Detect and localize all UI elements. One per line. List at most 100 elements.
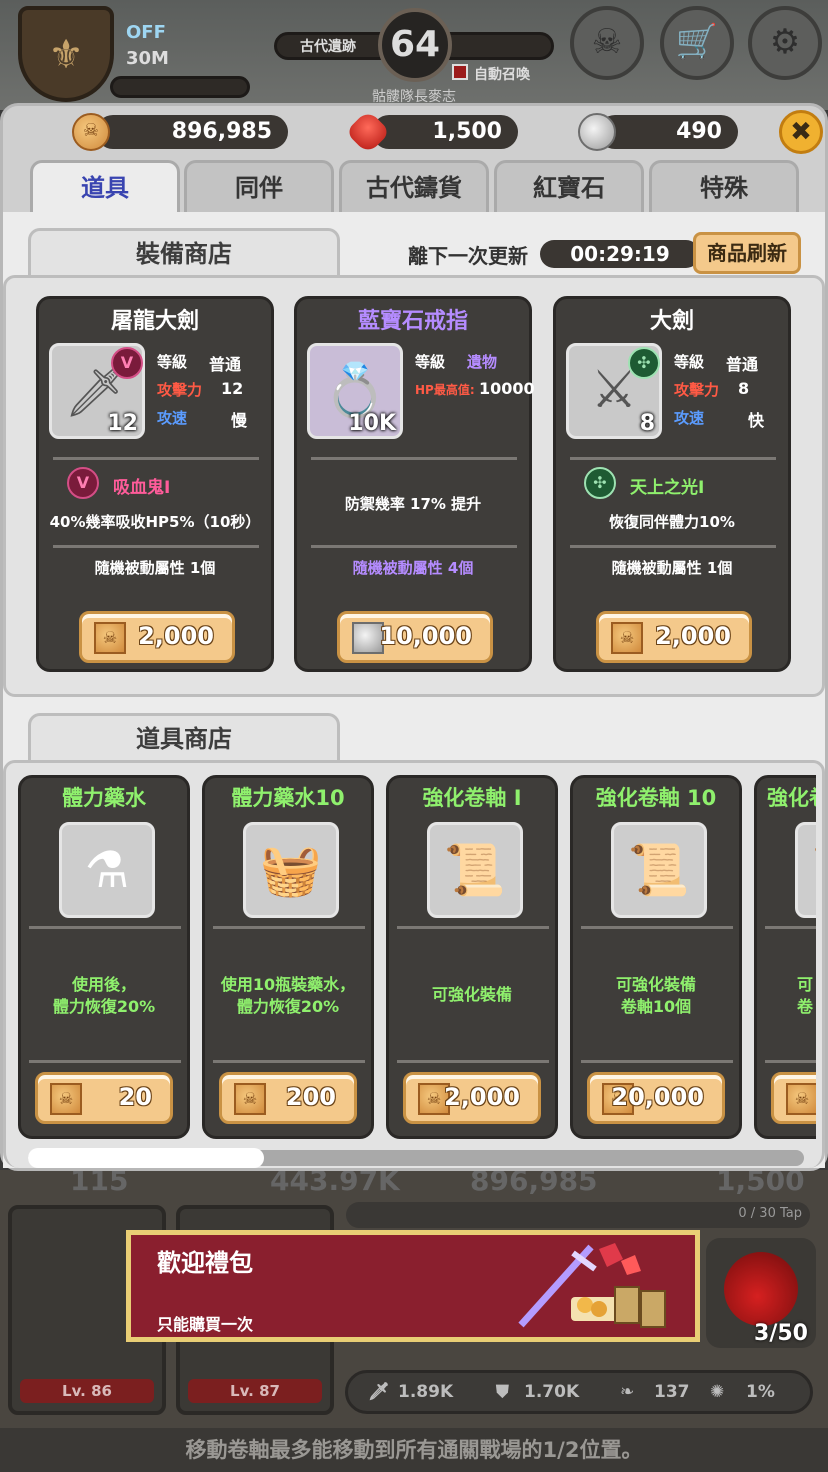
game-hud-top: ⚜ OFF 30M 古代遺跡 64 自動召喚 骷髏隊長麥志 ☠ 🛒 ⚙ <box>0 0 828 110</box>
equipment-name: 屠龍大劍 <box>110 309 199 334</box>
exp-bar <box>110 76 250 98</box>
auto-summon-checkbox[interactable] <box>452 64 468 80</box>
item-desc-line1: 可 <box>797 975 814 994</box>
skill-name: 天上之光Ⅰ <box>630 478 705 498</box>
potion-icon <box>724 1252 798 1326</box>
stage-level: 64 <box>378 8 452 82</box>
gold-coin-icon: ☠ <box>611 622 643 654</box>
item-card-hp-potion-10[interactable]: 體力藥水10 🧺 使用10瓶裝藥水， 體力恢復20% ☠ 200 <box>202 775 374 1139</box>
price: 2,000 <box>655 622 731 650</box>
shield-icon: ⛊ <box>496 1382 509 1402</box>
hp-max-label: HP最高值: <box>415 383 475 397</box>
equipment-name: 大劍 <box>649 309 694 334</box>
potion-quick-slot[interactable]: 3/50 <box>706 1238 816 1348</box>
tab-items[interactable]: 道具 <box>30 160 180 216</box>
item-shop-scroller[interactable]: 體力藥水 ⚗ 使用後， 體力恢復20% ☠ 20 體力藥水10 🧺 使用10瓶裝… <box>12 770 816 1146</box>
skill-description: 40%幾率吸收HP5%（10秒） <box>49 513 261 531</box>
close-button[interactable]: ✖ <box>779 110 823 154</box>
equipment-level: 10K <box>348 411 396 436</box>
buy-button[interactable]: ☠ <box>771 1072 816 1124</box>
divider <box>570 545 776 548</box>
hero-2-level: Lv. 87 <box>188 1379 322 1403</box>
tab-special[interactable]: 特殊 <box>649 160 799 212</box>
divider <box>765 926 816 929</box>
speed-value: 慢 <box>231 411 248 430</box>
gold-coin-icon: ☠ <box>786 1083 816 1115</box>
gift-pack-icon <box>511 1239 691 1335</box>
refresh-countdown-label: 離下一次更新 <box>408 244 528 268</box>
item-card-enhance-scroll-10[interactable]: 強化卷軸 10 📜 可強化裝備 卷軸10個 ☠ 20,000 <box>570 775 742 1139</box>
equipment-name: 藍寶石戒指 <box>357 309 468 334</box>
price: 2,000 <box>444 1083 520 1111</box>
tap-progress-bar[interactable]: 0 / 30 Tap <box>346 1202 810 1228</box>
price: 200 <box>285 1083 336 1111</box>
tab-companions[interactable]: 同伴 <box>184 160 334 212</box>
item-name: 強化卷軸 I <box>422 786 522 810</box>
scroll-icon: 📜 <box>611 822 707 918</box>
divider <box>570 457 776 460</box>
idle-off-label[interactable]: OFF <box>126 22 166 43</box>
item-card-partial[interactable]: 強化卷 📜 可 卷 ☠ <box>754 775 816 1139</box>
potion-icon: ⚗ <box>59 822 155 918</box>
skill-description: 防禦幾率 17% 提升 <box>344 495 482 513</box>
divider <box>397 1060 549 1063</box>
grade-value: 遺物 <box>467 353 498 371</box>
skull-icon[interactable]: ☠ <box>570 6 644 80</box>
buy-button[interactable]: ☠ 20,000 <box>587 1072 725 1124</box>
stat-speed: 137 <box>654 1382 690 1402</box>
scrollbar-thumb[interactable] <box>28 1148 264 1168</box>
buy-button[interactable]: ☠ 2,000 <box>403 1072 541 1124</box>
divider <box>213 926 365 929</box>
equipment-level: 12 <box>107 411 138 436</box>
random-attribute: 隨機被動屬性 4個 <box>352 559 474 577</box>
refresh-products-button[interactable]: 商品刷新 <box>693 232 801 274</box>
divider <box>397 926 549 929</box>
silver-counter: 490 <box>598 115 738 149</box>
divider <box>581 1060 733 1063</box>
item-card-enhance-scroll[interactable]: 強化卷軸 I 📜 可強化裝備 ☠ 2,000 <box>386 775 558 1139</box>
banner-subtitle: 只能購買一次 <box>157 1315 254 1334</box>
divider <box>311 545 517 548</box>
attack-value: 8 <box>738 379 750 398</box>
speed-label: 攻速 <box>674 409 705 427</box>
gear-icon[interactable]: ⚙ <box>748 6 822 80</box>
shop-cart-icon[interactable]: 🛒 <box>660 6 734 80</box>
grade-value: 普通 <box>209 355 242 374</box>
item-desc-line2: 卷軸10個 <box>620 997 692 1016</box>
equipment-card-dragon-sword[interactable]: 屠龍大劍 🗡 12 V 等級 普通 攻擊力 12 攻速 慢 V 吸血鬼Ⅰ 40%… <box>36 296 274 672</box>
grade-value: 普通 <box>726 355 759 374</box>
tab-rubies[interactable]: 紅寶石 <box>494 160 644 212</box>
buy-button[interactable]: ☠ 2,000 <box>79 611 235 663</box>
scroll-icon: 📜 <box>795 822 816 918</box>
item-card-hp-potion[interactable]: 體力藥水 ⚗ 使用後， 體力恢復20% ☠ 20 <box>18 775 190 1139</box>
equipment-card-great-sword[interactable]: 大劍 ⚔ 8 ✣ 等級 普通 攻擊力 8 攻速 快 ✣ 天上之光Ⅰ 恢復同伴體力… <box>553 296 791 672</box>
gold-coin-icon: ☠ <box>94 622 126 654</box>
item-name: 體力藥水 <box>62 786 146 810</box>
item-desc-line1: 可強化裝備 <box>615 975 696 994</box>
welcome-pack-banner[interactable]: 歡迎禮包 只能購買一次 <box>126 1230 700 1342</box>
tab-ancient-coins[interactable]: 古代鑄貨 <box>339 160 489 212</box>
equipment-card-sapphire-ring[interactable]: 藍寶石戒指 💍 10K 等級 遺物 HP最高值: 10000 防禦幾率 17% … <box>294 296 535 672</box>
attack-label: 攻擊力 <box>157 381 203 399</box>
buy-button[interactable]: ☠ 20 <box>35 1072 173 1124</box>
buy-button[interactable]: ☠ 200 <box>219 1072 357 1124</box>
gold-coin-icon: ☠ <box>234 1083 266 1115</box>
gold-coin-icon: ☠ <box>72 113 110 151</box>
divider <box>765 1060 816 1063</box>
attack-label: 攻擊力 <box>674 381 720 399</box>
potion-crate-icon: 🧺 <box>243 822 339 918</box>
vampire-skill-icon: V <box>111 347 143 379</box>
divider <box>581 926 733 929</box>
buy-button[interactable]: 10,000 <box>337 611 493 663</box>
heavenly-light-skill-icon: ✣ <box>628 347 660 379</box>
buy-button[interactable]: ☠ 2,000 <box>596 611 752 663</box>
divider <box>29 926 181 929</box>
hero-1-level: Lv. 86 <box>20 1379 154 1403</box>
auto-summon-label: 自動召喚 <box>474 67 530 83</box>
item-desc-line1: 使用後， <box>71 975 136 994</box>
scroll-icon: 📜 <box>427 822 523 918</box>
guild-emblem-icon[interactable]: ⚜ <box>18 6 114 102</box>
equipment-level: 8 <box>639 411 655 436</box>
price: 20,000 <box>611 1083 704 1111</box>
item-name: 體力藥水10 <box>231 786 345 810</box>
